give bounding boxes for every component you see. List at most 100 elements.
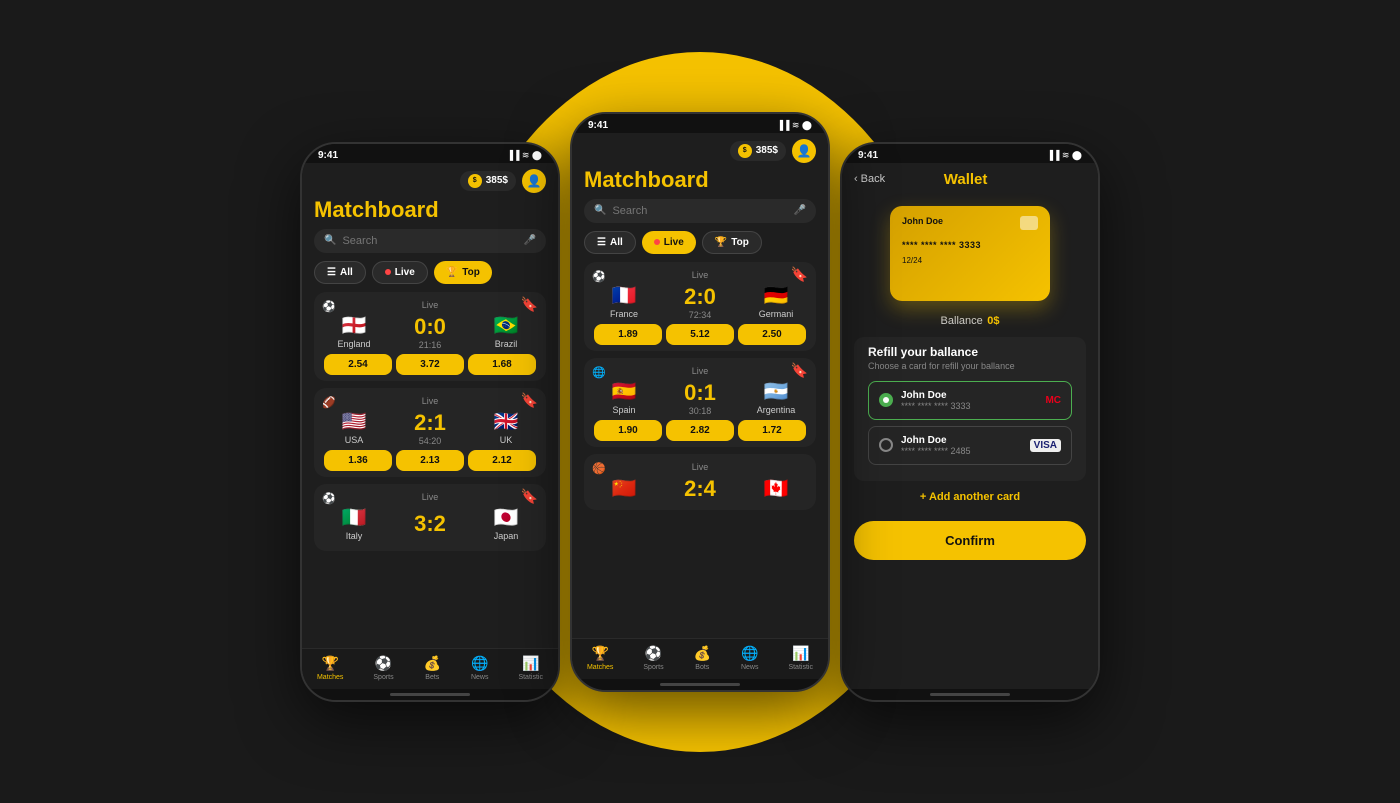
live-label-3: Live: [422, 492, 439, 502]
odd-2-1[interactable]: 1.36: [324, 450, 392, 471]
flag-italy: 🇮🇹: [342, 508, 367, 528]
header-left: $ 385$ 👤: [302, 163, 558, 195]
score-block-1: 0:0 21:16: [414, 316, 446, 350]
nav-news-center[interactable]: 🌐 News: [741, 645, 759, 671]
match-card-left-2: 🏈 Live 🔖 🇺🇸 USA 2:1 54:20: [314, 388, 546, 477]
nav-bots-center[interactable]: 💰 Bots: [694, 645, 711, 671]
score-block-2: 2:1 54:20: [414, 412, 446, 446]
card-option-1[interactable]: John Doe **** **** **** 3333 MC: [868, 381, 1072, 420]
odd-1-1[interactable]: 2.54: [324, 354, 392, 375]
odds-row-2: 1.36 2.13 2.12: [324, 450, 536, 471]
odd-c2-3[interactable]: 1.72: [738, 420, 806, 441]
news-icon-left: 🌐: [471, 655, 488, 672]
balance-value: 0$: [987, 315, 999, 327]
name-japan: Japan: [494, 531, 519, 541]
nav-label-bets-left: Bets: [425, 674, 439, 681]
score-2: 2:1: [414, 412, 446, 434]
odd-c2-1[interactable]: 1.90: [594, 420, 662, 441]
sport-icon-3: ⚽: [322, 492, 336, 505]
odd-c1-3[interactable]: 2.50: [738, 324, 806, 345]
live-dot-center: [654, 239, 660, 245]
match-card-center-3: 🏀 Live 🇨🇳 2:4 🇨🇦: [584, 454, 816, 510]
phone-right: 9:41 ▐▐ ≋ ⬤ ‹ Back Wallet John Doe **** …: [840, 142, 1100, 702]
matches-icon-center: 🏆: [591, 645, 608, 662]
odd-2-2[interactable]: 2.13: [396, 450, 464, 471]
bookmark-icon-3[interactable]: 🔖: [521, 488, 538, 505]
avatar-left[interactable]: 👤: [522, 169, 546, 193]
flag-spain: 🇪🇸: [612, 382, 637, 402]
bookmark-icon-c1[interactable]: 🔖: [791, 266, 808, 283]
sports-icon-left: ⚽: [375, 655, 392, 672]
filter-tabs-left: ☰ All Live 🏆 Top: [302, 261, 558, 292]
confirm-button[interactable]: Confirm: [854, 521, 1086, 560]
balance-display: Ballance 0$: [842, 307, 1098, 337]
status-icons-center: ▐▐ ≋ ⬤: [777, 120, 812, 131]
odd-1-3[interactable]: 1.68: [468, 354, 536, 375]
tab-top-center[interactable]: 🏆 Top: [702, 231, 762, 254]
bookmark-icon-2[interactable]: 🔖: [521, 392, 538, 409]
nav-stat-left[interactable]: 📊 Statistic: [518, 655, 543, 681]
nav-news-left[interactable]: 🌐 News: [471, 655, 489, 681]
card-option-2[interactable]: John Doe **** **** **** 2485 VISA: [868, 426, 1072, 465]
search-input-center[interactable]: [612, 205, 787, 217]
sport-icon-2: 🏈: [322, 396, 336, 409]
sport-icon-c1: ⚽: [592, 270, 606, 283]
tab-all-left[interactable]: ☰ All: [314, 261, 366, 284]
nav-matches-center[interactable]: 🏆 Matches: [587, 645, 613, 671]
tab-all-center[interactable]: ☰ All: [584, 231, 636, 254]
wallet-screen: ‹ Back Wallet John Doe **** **** **** 33…: [842, 163, 1098, 689]
team2-match3: 🇯🇵 Japan: [476, 508, 536, 541]
match-card-center-2: 🌐 Live 🔖 🇪🇸 Spain 0:1 30:18: [584, 358, 816, 447]
nav-label-sports-left: Sports: [373, 674, 393, 681]
add-card-button[interactable]: + Add another card: [842, 481, 1098, 513]
screen-left: $ 385$ 👤 Matchboard 🔍 🎤 ☰ All: [302, 163, 558, 689]
radio-2: [879, 438, 893, 452]
tab-live-center[interactable]: Live: [642, 231, 696, 254]
flag-canada: 🇨🇦: [764, 479, 789, 499]
odd-c1-2[interactable]: 5.12: [666, 324, 734, 345]
search-bar-center[interactable]: 🔍 🎤: [584, 199, 816, 223]
bookmark-icon-c2[interactable]: 🔖: [791, 362, 808, 379]
team1-c2: 🇪🇸 Spain: [594, 382, 654, 415]
nav-sports-left[interactable]: ⚽ Sports: [373, 655, 393, 681]
tab-live-left[interactable]: Live: [372, 261, 428, 284]
back-button[interactable]: ‹ Back: [854, 173, 885, 185]
live-label-c2: Live: [692, 366, 709, 376]
nav-matches-left[interactable]: 🏆 Matches: [317, 655, 343, 681]
sports-icon-center: ⚽: [645, 645, 662, 662]
team1-match3: 🇮🇹 Italy: [324, 508, 384, 541]
flag-japan: 🇯🇵: [494, 508, 519, 528]
live-label-2: Live: [422, 396, 439, 406]
card-masked-2: **** **** **** 2485: [901, 446, 1022, 456]
flag-china: 🇨🇳: [612, 479, 637, 499]
odd-c2-2[interactable]: 2.82: [666, 420, 734, 441]
match-header-c3: Live: [594, 462, 806, 472]
notch-left: 9:41 ▐▐ ≋ ⬤: [302, 144, 558, 163]
name-germany: Germani: [759, 309, 794, 319]
nav-sports-center[interactable]: ⚽ Sports: [643, 645, 663, 671]
teams-3: 🇮🇹 Italy 3:2 🇯🇵 Japan: [324, 508, 536, 541]
avatar-center[interactable]: 👤: [792, 139, 816, 163]
screen-center: $ 385$ 👤 Matchboard 🔍 🎤 ☰ All Live: [572, 133, 828, 679]
score-block-3: 3:2: [414, 513, 446, 535]
radio-dot-1: [883, 397, 889, 403]
bookmark-icon-1[interactable]: 🔖: [521, 296, 538, 313]
tab-top-left[interactable]: 🏆 Top: [434, 261, 492, 284]
odd-c1-1[interactable]: 1.89: [594, 324, 662, 345]
search-input-left[interactable]: [342, 235, 517, 247]
page-title-left: Matchboard: [302, 195, 558, 229]
nav-bets-left[interactable]: 💰 Bets: [424, 655, 441, 681]
flag-france: 🇫🇷: [612, 286, 637, 306]
odd-1-2[interactable]: 3.72: [396, 354, 464, 375]
nav-label-stat-left: Statistic: [518, 674, 543, 681]
home-indicator-center: [572, 679, 828, 690]
sport-icon-1: ⚽: [322, 300, 336, 313]
card-display-number: **** **** **** 3333: [902, 240, 1038, 250]
coin-icon-left: $: [468, 174, 482, 188]
odd-2-3[interactable]: 2.12: [468, 450, 536, 471]
odds-row-1: 2.54 3.72 1.68: [324, 354, 536, 375]
nav-stat-center[interactable]: 📊 Statistic: [788, 645, 813, 671]
home-bar-center: [660, 683, 740, 686]
search-bar-left[interactable]: 🔍 🎤: [314, 229, 546, 253]
bottom-nav-left: 🏆 Matches ⚽ Sports 💰 Bets 🌐 News 📊: [302, 648, 558, 689]
